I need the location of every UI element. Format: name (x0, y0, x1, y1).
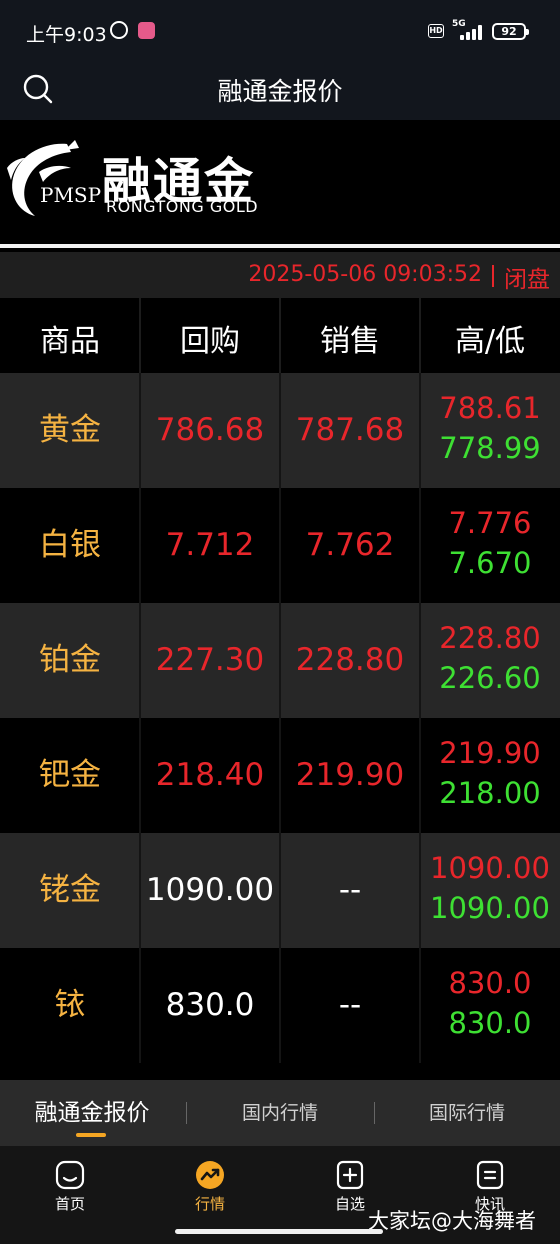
high-low-cell: 219.90 218.00 (420, 718, 560, 833)
table-row[interactable]: 铂金 227.30 228.80 228.80 226.60 (0, 603, 560, 718)
app-header: 融通金报价 (0, 62, 560, 120)
page-title: 融通金报价 (217, 77, 343, 106)
product-name: 黄金 (39, 412, 101, 448)
home-icon (55, 1160, 85, 1190)
high-low-cell: 788.61 778.99 (420, 373, 560, 488)
high-price: 788.61 (439, 391, 541, 425)
product-name: 铂金 (39, 642, 101, 678)
divider (279, 603, 281, 718)
price-table-header: 商品 回购 销售 高/低 (0, 298, 560, 373)
buyback-price: 218.40 (155, 757, 265, 793)
tab-domestic-market[interactable]: 国内行情 (186, 1080, 374, 1146)
news-icon (475, 1160, 505, 1190)
home-indicator[interactable] (175, 1229, 383, 1234)
status-bar: 上午9:03 HD 5G 92 (0, 0, 560, 62)
nav-item-market[interactable]: 行情 (140, 1146, 280, 1224)
sell-price: 7.762 (305, 527, 395, 563)
buyback-price: 7.712 (165, 527, 255, 563)
market-status: 闭盘 (504, 267, 550, 293)
low-price: 7.670 (448, 546, 532, 580)
high-price: 1090.00 (430, 851, 550, 885)
buyback-price: 1090.00 (145, 872, 275, 908)
nav-label: 行情 (194, 1195, 225, 1213)
update-bar: 2025-05-06 09:03:52 闭盘 (0, 252, 560, 298)
low-price: 778.99 (439, 431, 541, 465)
divider (279, 833, 281, 948)
low-price: 226.60 (439, 661, 541, 695)
sell-price: -- (338, 872, 362, 908)
column-header-product: 商品 (40, 324, 100, 359)
table-row[interactable]: 钯金 218.40 219.90 219.90 218.00 (0, 718, 560, 833)
table-row[interactable]: 铱 830.0 -- 830.0 830.0 (0, 948, 560, 1063)
high-price: 830.0 (448, 966, 532, 1000)
divider (139, 298, 141, 373)
update-timestamp: 2025-05-06 09:03:52 (248, 262, 482, 287)
divider (419, 488, 421, 603)
nav-item-home[interactable]: 首页 (0, 1146, 140, 1224)
high-low-cell: 830.0 830.0 (420, 948, 560, 1063)
brand-logo-banner: PMSP 融通金 RONGTONG GOLD (0, 120, 560, 248)
buyback-price: 830.0 (165, 987, 255, 1023)
product-name: 钯金 (39, 757, 101, 793)
divider (419, 603, 421, 718)
low-price: 218.00 (439, 776, 541, 810)
divider (279, 948, 281, 1063)
battery-icon: 92 (492, 23, 529, 40)
quote-subtabs: 融通金报价 国内行情 国际行情 (0, 1080, 560, 1146)
status-time: 上午9:03 (26, 24, 107, 46)
low-price: 1090.00 (430, 891, 550, 925)
dragon-logo-icon (5, 138, 85, 220)
hd-icon: HD (428, 24, 444, 38)
logo-name-en: RONGTONG GOLD (106, 197, 259, 216)
watermark-text: 大家坛@大海舞者 (368, 1209, 536, 1233)
high-price: 7.776 (448, 506, 532, 540)
buyback-price: 786.68 (155, 412, 265, 448)
nav-label: 首页 (54, 1195, 85, 1213)
signal-icon (460, 24, 486, 40)
active-tab-indicator (76, 1133, 106, 1137)
sell-price: 228.80 (295, 642, 405, 678)
divider (419, 948, 421, 1063)
column-header-sell: 销售 (320, 324, 380, 359)
high-low-cell: 1090.00 1090.00 (420, 833, 560, 948)
divider (139, 603, 141, 718)
divider (419, 718, 421, 833)
product-name: 铑金 (39, 872, 101, 908)
table-row[interactable]: 黄金 786.68 787.68 788.61 778.99 (0, 373, 560, 488)
high-low-cell: 7.776 7.670 (420, 488, 560, 603)
low-price: 830.0 (448, 1006, 532, 1040)
product-name: 铱 (54, 987, 86, 1023)
divider (419, 833, 421, 948)
divider (279, 298, 281, 373)
divider (279, 373, 281, 488)
high-low-cell: 228.80 226.60 (420, 603, 560, 718)
app-notification-icon (138, 22, 155, 39)
buyback-price: 227.30 (155, 642, 265, 678)
column-header-buyback: 回购 (180, 324, 240, 359)
divider (419, 373, 421, 488)
trend-icon (195, 1160, 225, 1190)
divider (139, 833, 141, 948)
high-price: 228.80 (439, 621, 541, 655)
divider (139, 488, 141, 603)
divider (279, 488, 281, 603)
add-favorite-icon (335, 1160, 365, 1190)
high-price: 219.90 (439, 736, 541, 770)
table-row[interactable]: 铑金 1090.00 -- 1090.00 1090.00 (0, 833, 560, 948)
alarm-icon (110, 21, 128, 39)
sell-price: 787.68 (295, 412, 405, 448)
logo-pmsp-text: PMSP (40, 183, 102, 207)
divider (139, 373, 141, 488)
column-header-high-low: 高/低 (454, 324, 526, 359)
table-row[interactable]: 白银 7.712 7.762 7.776 7.670 (0, 488, 560, 603)
sell-price: 219.90 (295, 757, 405, 793)
divider (279, 718, 281, 833)
product-name: 白银 (39, 527, 101, 563)
divider (492, 265, 494, 287)
divider (419, 298, 421, 373)
divider (139, 718, 141, 833)
sell-price: -- (338, 987, 362, 1023)
divider (139, 948, 141, 1063)
tab-international-market[interactable]: 国际行情 (374, 1080, 560, 1146)
